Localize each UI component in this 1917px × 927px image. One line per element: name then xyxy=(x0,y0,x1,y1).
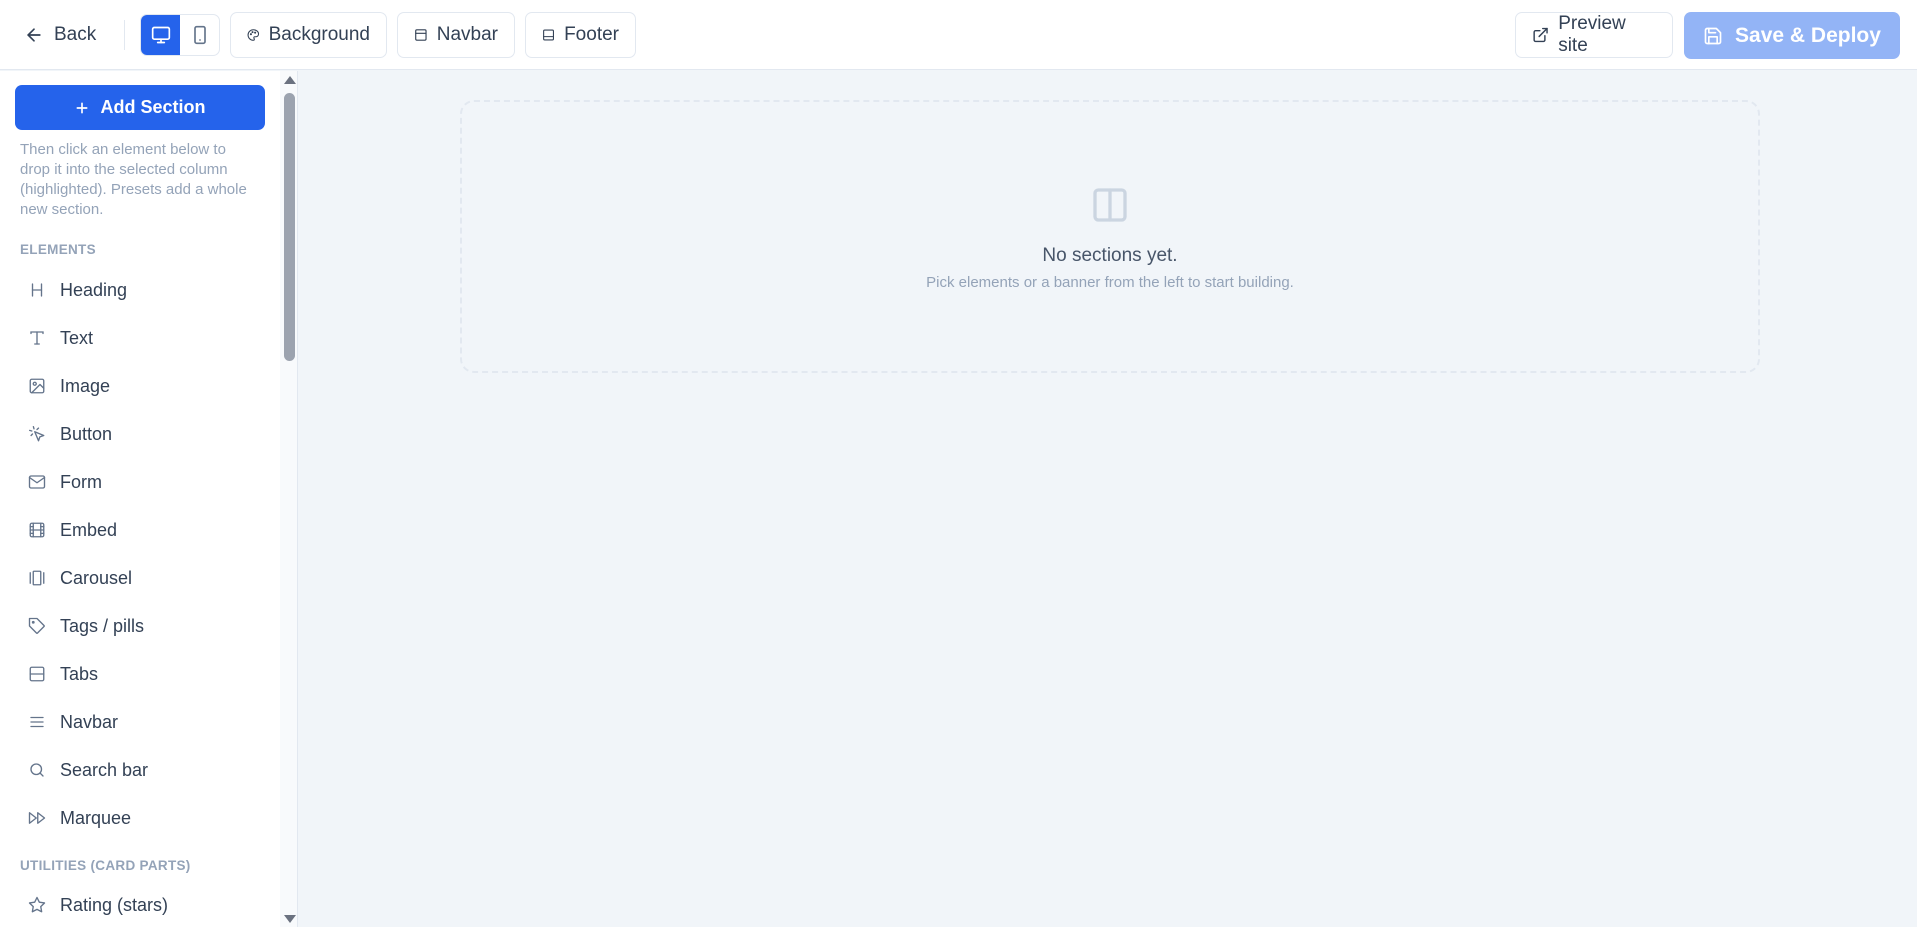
image-icon xyxy=(29,378,45,394)
arrow-left-icon xyxy=(27,28,41,42)
palette-icon xyxy=(247,29,260,41)
heading-icon xyxy=(31,283,43,297)
external-link-icon xyxy=(1533,27,1548,43)
element-embed[interactable]: Embed xyxy=(18,512,268,548)
empty-state-title: No sections yet. xyxy=(1042,245,1178,266)
tag-icon xyxy=(28,617,45,634)
carousel-icon xyxy=(29,570,45,586)
element-label: Search bar xyxy=(60,759,149,780)
element-form[interactable]: Form xyxy=(18,464,268,500)
preview-site-button[interactable]: Preview site xyxy=(1515,12,1673,58)
element-label: Tabs xyxy=(60,663,99,684)
back-button[interactable]: Back xyxy=(24,16,96,54)
text-icon xyxy=(30,331,44,345)
utilities-heading: UTILITIES (CARD PARTS) xyxy=(20,858,191,873)
footer-button[interactable]: Footer xyxy=(525,12,636,58)
element-button[interactable]: Button xyxy=(18,416,268,452)
element-label: Marquee xyxy=(60,807,132,828)
element-label: Text xyxy=(60,327,94,348)
film-icon xyxy=(29,522,45,538)
element-label: Carousel xyxy=(60,567,133,588)
device-toggle xyxy=(140,14,220,56)
element-tabs[interactable]: Tabs xyxy=(18,656,268,692)
element-label: Heading xyxy=(60,279,128,300)
background-button[interactable]: Background xyxy=(230,12,387,58)
element-label: Embed xyxy=(60,519,118,540)
navbar-button[interactable]: Navbar xyxy=(397,12,515,58)
desktop-view-button[interactable] xyxy=(141,15,180,55)
element-image[interactable]: Image xyxy=(18,368,268,404)
element-label: Form xyxy=(60,471,102,492)
element-rating-stars[interactable]: Rating (stars) xyxy=(18,887,268,923)
element-label: Button xyxy=(60,423,113,444)
fast-forward-icon xyxy=(28,812,46,824)
builder-canvas: No sections yet. Pick elements or a bann… xyxy=(299,71,1917,927)
cursor-click-icon xyxy=(28,425,45,442)
save-icon xyxy=(1704,27,1722,44)
save-deploy-label: Save & Deploy xyxy=(1735,23,1881,47)
preview-site-label: Preview site xyxy=(1558,13,1626,56)
element-carousel[interactable]: Carousel xyxy=(18,560,268,596)
columns-icon xyxy=(1093,188,1127,222)
menu-icon xyxy=(30,716,44,728)
scrollbar-thumb[interactable] xyxy=(284,93,295,361)
element-heading[interactable]: Heading xyxy=(18,272,268,308)
elements-sidebar: Add Section Then click an element below … xyxy=(0,71,280,927)
add-section-button[interactable]: Add Section xyxy=(15,85,265,130)
empty-state-dropzone: No sections yet. Pick elements or a bann… xyxy=(460,100,1760,373)
star-icon xyxy=(28,896,46,913)
element-label: Rating (stars) xyxy=(60,894,169,915)
scroll-down-arrow-icon[interactable] xyxy=(284,915,296,923)
add-section-label: Add Section xyxy=(100,97,206,117)
footer-label: Footer xyxy=(564,24,619,45)
element-tags-pills[interactable]: Tags / pills xyxy=(18,608,268,644)
background-label: Background xyxy=(268,24,370,45)
mail-icon xyxy=(28,475,46,489)
element-label: Image xyxy=(60,375,111,396)
empty-state-subtitle: Pick elements or a banner from the left … xyxy=(926,274,1294,291)
panel-bottom-icon xyxy=(543,29,554,41)
save-deploy-button[interactable]: Save & Deploy xyxy=(1684,12,1900,59)
back-label: Back xyxy=(54,24,97,45)
sidebar-help-text: Then click an element below to drop it i… xyxy=(20,141,247,218)
navbar-label: Navbar xyxy=(436,24,498,45)
element-search-bar[interactable]: Search bar xyxy=(18,752,268,788)
smartphone-icon xyxy=(193,25,206,45)
element-marquee[interactable]: Marquee xyxy=(18,800,268,836)
element-text[interactable]: Text xyxy=(18,320,268,356)
top-toolbar: Back Background Navbar Footer Preview si… xyxy=(0,0,1917,70)
element-navbar[interactable]: Navbar xyxy=(18,704,268,740)
element-label: Navbar xyxy=(60,711,119,732)
toolbar-divider xyxy=(124,20,125,50)
scroll-up-arrow-icon[interactable] xyxy=(284,76,296,84)
sidebar-scrollbar[interactable] xyxy=(280,71,298,927)
plus-icon xyxy=(76,102,88,113)
panel-top-icon xyxy=(415,29,427,41)
search-icon xyxy=(30,763,44,777)
element-label: Tags / pills xyxy=(60,615,145,636)
monitor-icon xyxy=(151,26,170,44)
elements-heading: ELEMENTS xyxy=(20,242,96,257)
tabs-icon xyxy=(29,666,45,682)
mobile-view-button[interactable] xyxy=(180,15,219,55)
